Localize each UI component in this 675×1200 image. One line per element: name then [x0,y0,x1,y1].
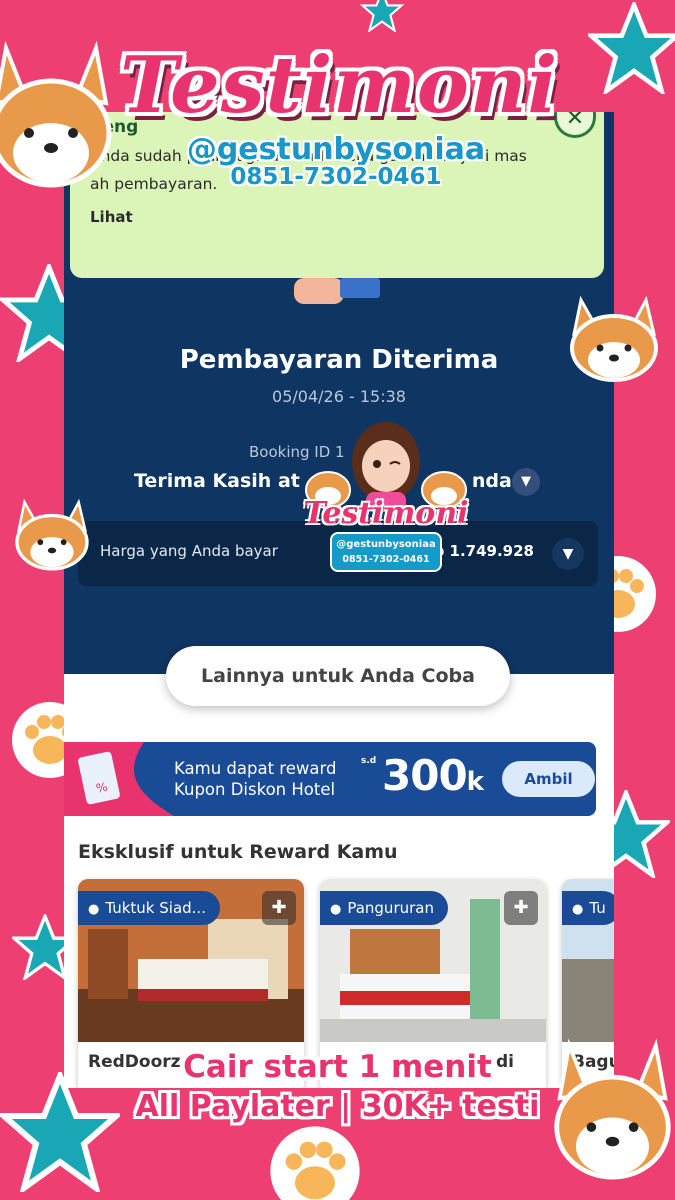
location-pill: ● Tuktuk Siad... [78,891,220,925]
seller-phone: 0851-7302-0461 [230,164,442,190]
reward-banner[interactable]: % Kamu dapat reward Kupon Diskon Hotel s… [64,742,596,816]
footer-slogan: Cair start 1 menit [183,1049,492,1085]
paw-decoration [268,1124,362,1200]
star-decoration [588,2,675,94]
reward-amount: 300k [382,751,484,800]
corgi-sticker [570,295,658,382]
hand-illustration [294,278,380,304]
corgi-sticker [15,498,89,571]
reward-text: Kamu dapat reward Kupon Diskon Hotel [174,759,337,799]
location-pill: ● Pangururan [320,891,448,925]
location-pin-icon: ● [572,902,584,917]
payment-datetime: 05/04/26 - 15:38 [272,387,406,406]
testimoni-title: Testimoni [120,40,559,131]
claim-reward-button[interactable]: Ambil [502,761,595,797]
bookmark-icon[interactable]: ✚ [262,891,296,925]
bookmark-icon[interactable]: ✚ [504,891,538,925]
seller-handle: @gestunbysoniaa [186,132,486,167]
badge-ribbon: @gestunbysoniaa 0851-7302-0461 [330,532,442,572]
notice-link[interactable]: Lihat [90,208,586,226]
location-pin-icon: ● [330,902,342,917]
chevron-down-icon[interactable]: ▼ [512,468,540,496]
testimoni-badge: Testimoni @gestunbysoniaa 0851-7302-0461 [300,414,472,589]
star-decoration [352,0,412,32]
more-for-you-button[interactable]: Lainnya untuk Anda Coba [166,646,510,706]
reward-sd: s.d [361,756,377,766]
footer-slogan: All Paylater | 30K+ testi [135,1089,540,1124]
price-label: Harga yang Anda bayar [100,542,278,560]
corgi-sticker [0,40,112,188]
coupon-illustration: % [64,742,174,816]
phone-screenshot: Pembayaran Diterima 05/04/26 - 15:38 Boo… [64,112,614,1088]
payment-status-title: Pembayaran Diterima [179,345,499,375]
badge-title: Testimoni [303,496,469,531]
location-pin-icon: ● [88,902,100,917]
section-title: Eksklusif untuk Reward Kamu [78,841,398,863]
location-pill: ● Tu [562,891,614,925]
chevron-down-icon[interactable]: ▼ [552,538,584,570]
